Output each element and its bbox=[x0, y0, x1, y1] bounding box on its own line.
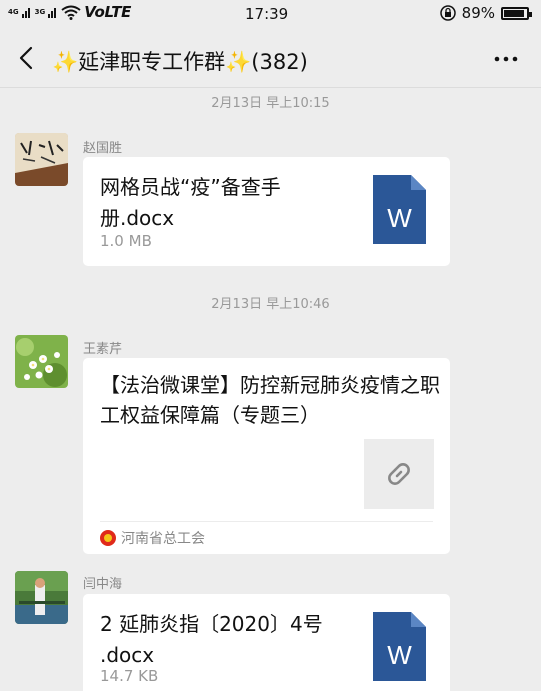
link-icon bbox=[388, 463, 410, 485]
message-timestamp: 2月13日 早上10:15 bbox=[211, 96, 330, 111]
avatar-image bbox=[15, 571, 68, 624]
avatar-image bbox=[15, 335, 68, 388]
rotation-lock-icon bbox=[439, 5, 456, 21]
more-options-button[interactable] bbox=[491, 44, 521, 74]
word-letter: W bbox=[387, 640, 412, 670]
union-logo-icon bbox=[100, 530, 116, 546]
sender-name: 赵国胜 bbox=[83, 141, 123, 156]
chat-title: ✨延津职专工作群✨(382) bbox=[52, 50, 308, 74]
chevron-left-icon bbox=[19, 46, 33, 70]
link-divider bbox=[100, 521, 433, 522]
word-letter: W bbox=[387, 203, 412, 233]
battery-icon bbox=[501, 6, 532, 20]
file-message-bubble[interactable]: 网格员战“疫”备查手册.docx 1.0 MB W bbox=[83, 157, 450, 266]
signal-4g-label: 4G bbox=[8, 7, 19, 16]
link-thumbnail bbox=[364, 439, 434, 509]
file-name: 网格员战“疫”备查手册.docx bbox=[100, 175, 281, 230]
wifi-icon bbox=[61, 5, 81, 20]
file-size: 14.7 KB bbox=[100, 667, 159, 685]
word-doc-icon: W bbox=[373, 175, 426, 244]
more-dots-icon bbox=[494, 56, 518, 62]
status-time: 17:39 bbox=[245, 5, 289, 23]
status-right: 89% bbox=[439, 4, 532, 22]
chat-header: ✨延津职专工作群✨(382) bbox=[0, 30, 541, 88]
file-name: 2 延肺炎指〔2020〕4号 .docx bbox=[100, 612, 323, 667]
link-source: 河南省总工会 bbox=[100, 528, 205, 548]
status-bar: 4G 3G VoLTE 17:39 89% bbox=[0, 0, 541, 28]
signal-bars-icon bbox=[48, 8, 57, 18]
signal-bars-icon bbox=[21, 8, 30, 18]
battery-percent: 89% bbox=[461, 4, 495, 22]
avatar-image bbox=[15, 133, 68, 186]
status-indicators: 4G 3G VoLTE bbox=[8, 3, 131, 21]
avatar[interactable] bbox=[15, 133, 68, 186]
avatar[interactable] bbox=[15, 571, 68, 624]
word-doc-icon: W bbox=[373, 612, 426, 681]
message-timestamp: 2月13日 早上10:46 bbox=[211, 297, 330, 312]
sender-name: 闫中海 bbox=[83, 577, 123, 592]
volte-label: VoLTE bbox=[84, 3, 132, 21]
avatar[interactable] bbox=[15, 335, 68, 388]
battery-fill bbox=[504, 9, 524, 17]
file-message-bubble[interactable]: 2 延肺炎指〔2020〕4号 .docx 14.7 KB W bbox=[83, 594, 450, 691]
back-button[interactable] bbox=[14, 42, 42, 74]
sender-name: 王素芹 bbox=[83, 342, 123, 357]
link-title: 【法治微课堂】防控新冠肺炎疫情之职工权益保障篇（专题三） bbox=[100, 373, 440, 427]
link-message-bubble[interactable]: 【法治微课堂】防控新冠肺炎疫情之职工权益保障篇（专题三） 河南省总工会 bbox=[83, 358, 450, 554]
file-size: 1.0 MB bbox=[100, 232, 152, 250]
signal-3g-label: 3G bbox=[34, 7, 46, 16]
source-name: 河南省总工会 bbox=[121, 531, 205, 547]
